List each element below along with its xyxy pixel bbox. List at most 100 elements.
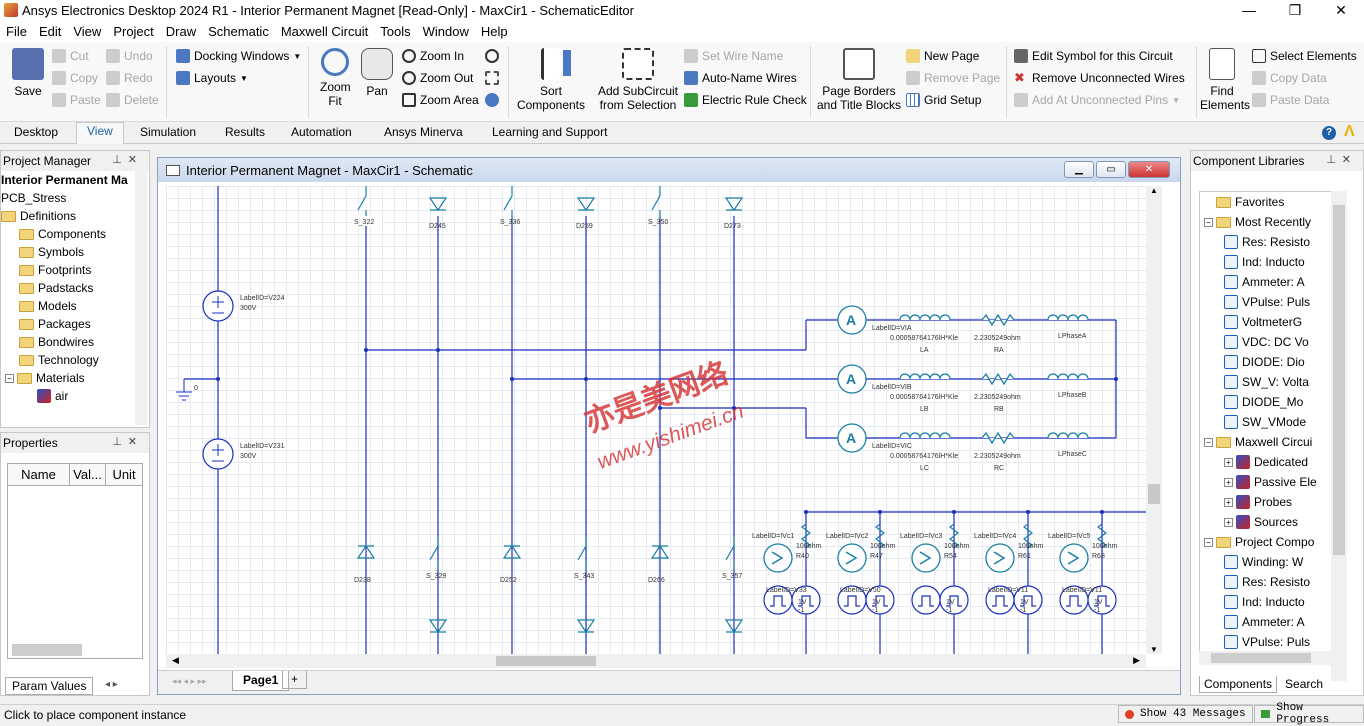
tree-item-components[interactable]: Components [1,225,149,243]
sort-components-button[interactable]: Sort Components [514,48,588,112]
menu-window[interactable]: Window [417,24,475,39]
switch-s329[interactable] [429,536,439,570]
collapse-icon[interactable]: − [5,373,14,383]
new-page-button[interactable]: New Page [906,49,979,63]
winding-lphasea[interactable] [1047,314,1089,321]
switch-s350[interactable] [651,186,661,220]
switch-s336[interactable] [503,186,513,220]
tree-item-air[interactable]: air [1,387,149,405]
delete-button[interactable]: Delete [106,93,159,107]
undo-button[interactable]: Undo [106,49,153,63]
schematic-minimize-button[interactable]: ▁ [1064,161,1094,178]
maximize-button[interactable]: ❐ [1272,0,1318,20]
show-progress-button[interactable]: Show Progress [1254,702,1364,726]
library-item[interactable]: DIODE_Mo [1200,392,1340,412]
diode-d273[interactable] [724,197,744,212]
inductor-la[interactable] [899,314,951,321]
library-item[interactable]: VoltmeterG [1200,312,1340,332]
remove-unconnected-button[interactable]: ✖ Remove Unconnected Wires [1014,71,1185,86]
tab-desktop[interactable]: Desktop [14,125,58,139]
library-item[interactable]: VDC: DC Vo [1200,332,1340,352]
page-nav-arrows[interactable]: ◂◂ ◂ ▸ ▸▸ [172,676,207,687]
library-vscrollbar[interactable] [1331,191,1347,681]
library-item[interactable]: − Most Recently [1200,212,1340,232]
layouts-button[interactable]: Layouts ▼ [176,71,248,85]
menu-project[interactable]: Project [107,24,159,39]
copy-data-button[interactable]: Copy Data [1252,71,1327,85]
resistor-rb[interactable] [981,372,1015,386]
library-hscrollbar[interactable] [1199,651,1331,665]
pan-button[interactable]: Pan [360,48,394,98]
library-item[interactable]: Res: Resisto [1200,232,1340,252]
add-at-unconnected-button[interactable]: Add At Unconnected Pins ▼ [1014,93,1180,107]
tree-scrollbar[interactable] [135,171,147,425]
library-item[interactable]: SW_V: Volta [1200,372,1340,392]
tab-search[interactable]: Search [1277,676,1331,693]
tab-automation[interactable]: Automation [291,125,352,139]
zoom-area-button[interactable]: Zoom Area [402,93,479,107]
menu-draw[interactable]: Draw [160,24,202,39]
schematic-restore-button[interactable]: ▭ [1096,161,1126,178]
schematic-drawing[interactable]: LabelID=V224 300V LabelID=V231 300V 0 S_… [166,186,1146,654]
library-item[interactable]: VPulse: Puls [1200,292,1340,312]
inductor-lb[interactable] [899,373,951,380]
switch-s343[interactable] [577,536,587,570]
tab-view[interactable]: View [76,122,124,144]
menu-schematic[interactable]: Schematic [202,24,275,39]
library-tree[interactable]: Favorites − Most Recently Res: Resisto Ind: … [1199,191,1341,655]
schematic-canvas[interactable]: LabelID=V224 300V LabelID=V231 300V 0 S_… [166,186,1146,654]
zoom-previous-button[interactable] [485,49,503,63]
properties-scrollbar[interactable] [12,644,82,656]
library-item[interactable]: Res: Resisto [1200,572,1340,592]
docking-windows-button[interactable]: Docking Windows ▼ [176,49,301,63]
winding-lphaseb[interactable] [1047,373,1089,380]
voltmeter-symbol[interactable] [911,543,941,573]
switch-s322[interactable] [357,186,367,220]
copy-button[interactable]: Copy [52,71,98,85]
tree-item-symbols[interactable]: Symbols [1,243,149,261]
library-item[interactable]: + Sources [1200,512,1340,532]
column-unit[interactable]: Unit [106,464,142,485]
save-button[interactable]: Save [8,48,48,98]
tab-scroll-arrows[interactable]: ◂ ▸ [105,679,118,690]
expand-icon[interactable]: + [1224,517,1233,527]
inductor-lc[interactable] [899,432,951,439]
menu-help[interactable]: Help [475,24,514,39]
collapse-icon[interactable]: − [1204,537,1213,547]
tab-param-values[interactable]: Param Values [5,677,94,695]
diode-d245[interactable] [428,197,448,212]
paste-button[interactable]: Paste [52,93,101,107]
zoom-fit-button[interactable]: Zoom Fit [314,48,356,108]
diode-d259[interactable] [576,197,596,212]
resistor-ra[interactable] [981,313,1015,327]
properties-grid[interactable]: Name Val... Unit [7,463,143,659]
cut-button[interactable]: Cut [52,49,89,63]
library-item[interactable]: SW_VMode [1200,412,1340,432]
set-wire-name-button[interactable]: Set Wire Name [684,49,783,63]
schematic-close-button[interactable]: ✕ [1128,161,1170,178]
menu-edit[interactable]: Edit [33,24,67,39]
library-item[interactable]: − Project Compo [1200,532,1340,552]
schematic-hscrollbar[interactable]: ◀ ▶ [166,654,1146,668]
switch-s357[interactable] [725,536,735,570]
edit-symbol-button[interactable]: Edit Symbol for this Circuit [1014,49,1173,63]
library-item[interactable]: Ind: Inducto [1200,592,1340,612]
paste-data-button[interactable]: Paste Data [1252,93,1329,107]
zoom-out-button[interactable]: Zoom Out [402,71,473,85]
grid-setup-button[interactable]: Grid Setup [906,93,981,107]
collapse-icon[interactable]: − [1204,437,1213,447]
tree-item-materials[interactable]: − Materials [1,369,149,387]
pulse-source[interactable] [911,585,941,615]
tree-item-definitions[interactable]: Definitions [1,207,149,225]
tree-item-design[interactable]: PCB_Stress [1,189,149,207]
library-item[interactable]: Ind: Inducto [1200,252,1340,272]
tab-components[interactable]: Components [1199,676,1278,693]
menu-view[interactable]: View [67,24,107,39]
library-item[interactable]: + Probes [1200,492,1340,512]
panel-controls[interactable]: ⊥✕ [112,435,143,448]
tree-item-packages[interactable]: Packages [1,315,149,333]
voltmeter-symbol[interactable] [1059,543,1089,573]
expand-icon[interactable]: + [1224,477,1233,487]
menu-maxwell-circuit[interactable]: Maxwell Circuit [275,24,374,39]
library-item[interactable]: Ammeter: A [1200,272,1340,292]
